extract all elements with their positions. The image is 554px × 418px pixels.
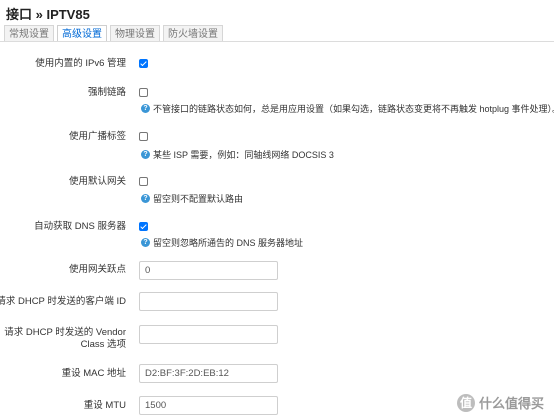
force-link-checkbox[interactable]: [139, 88, 148, 97]
tab-advanced[interactable]: 高级设置: [57, 25, 107, 42]
tab-firewall[interactable]: 防火墙设置: [163, 25, 223, 42]
client-id-label: 请求 DHCP 时发送的客户端 ID: [0, 296, 126, 307]
broadcast-help-text: 某些 ISP 需要，例如：同轴线网络 DOCSIS 3: [153, 150, 334, 160]
ipv6-checkbox[interactable]: [139, 59, 148, 68]
auto-dns-help: ? 留空则忽略所通告的 DNS 服务器地址: [141, 236, 303, 249]
watermark-text: 什么值得买: [478, 396, 544, 411]
ipv6-label: 使用内置的 IPv6 管理: [35, 58, 126, 69]
broadcast-help: ? 某些 ISP 需要，例如：同轴线网络 DOCSIS 3: [141, 148, 334, 161]
mac-input[interactable]: D2:BF:3F:2D:EB:12: [139, 364, 278, 383]
vendor-class-label: 请求 DHCP 时发送的 Vendor Class 选项: [4, 327, 126, 350]
force-link-label: 强制链路: [87, 87, 126, 98]
force-link-help: ? 不管接口的链路状态如何，总是用应用设置（如果勾选，链路状态变更将不再触发 h…: [141, 102, 554, 115]
vendor-class-input[interactable]: [139, 325, 278, 344]
mac-label: 重设 MAC 地址: [61, 368, 126, 379]
page-title: 接口 » IPTV85: [6, 7, 90, 22]
mtu-input[interactable]: 1500: [139, 396, 278, 415]
default-gateway-checkbox[interactable]: [139, 177, 148, 186]
default-gateway-help: ? 留空则不配置默认路由: [141, 192, 243, 205]
auto-dns-help-text: 留空则忽略所通告的 DNS 服务器地址: [153, 238, 304, 248]
auto-dns-checkbox[interactable]: [139, 222, 148, 231]
tab-general[interactable]: 常规设置: [4, 25, 54, 42]
tab-physical[interactable]: 物理设置: [110, 25, 160, 42]
question-circle-icon: ?: [141, 194, 150, 203]
question-circle-icon: ?: [141, 150, 150, 159]
mtu-label: 重设 MTU: [83, 400, 126, 411]
tab-divider: [0, 41, 554, 42]
watermark: 值 什么值得买: [456, 393, 544, 412]
question-circle-icon: ?: [141, 104, 150, 113]
broadcast-label: 使用广播标签: [68, 131, 126, 142]
force-link-help-text: 不管接口的链路状态如何，总是用应用设置（如果勾选，链路状态变更将不再触发 hot…: [153, 104, 554, 114]
tab-bar: 常规设置 高级设置 物理设置 防火墙设置: [4, 25, 223, 42]
default-gateway-help-text: 留空则不配置默认路由: [153, 194, 244, 204]
watermark-badge: 值: [456, 393, 475, 412]
auto-dns-label: 自动获取 DNS 服务器: [34, 221, 126, 232]
broadcast-checkbox[interactable]: [139, 132, 148, 141]
metric-label: 使用网关跃点: [68, 264, 126, 275]
question-circle-icon: ?: [141, 238, 150, 247]
metric-input[interactable]: 0: [139, 261, 278, 280]
client-id-input[interactable]: [139, 292, 278, 311]
default-gateway-label: 使用默认网关: [68, 176, 126, 187]
